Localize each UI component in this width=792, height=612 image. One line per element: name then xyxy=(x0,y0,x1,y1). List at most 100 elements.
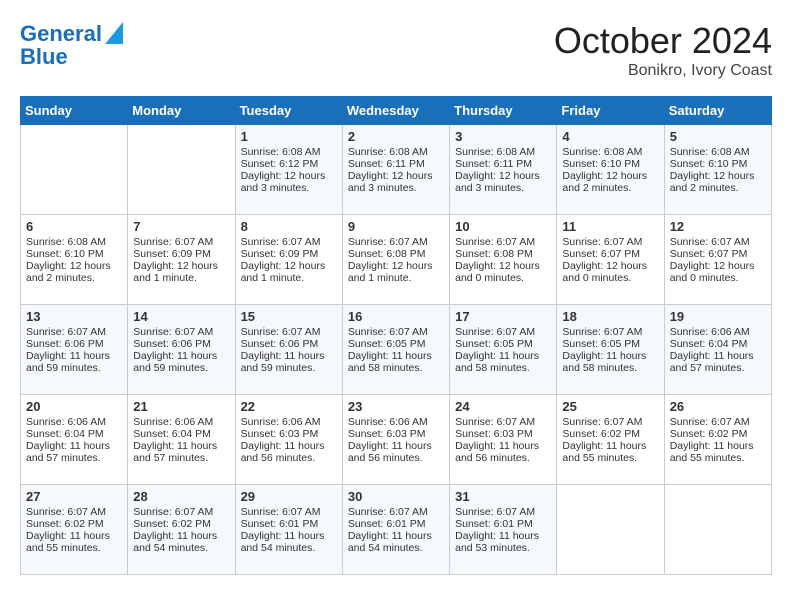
day-number: 29 xyxy=(241,489,337,504)
calendar-cell: 1Sunrise: 6:08 AMSunset: 6:12 PMDaylight… xyxy=(235,125,342,215)
day-number: 31 xyxy=(455,489,551,504)
day-info: Sunrise: 6:08 AM xyxy=(670,146,766,158)
day-number: 18 xyxy=(562,309,658,324)
weekday-header: Tuesday xyxy=(235,97,342,125)
day-info: Daylight: 12 hours and 2 minutes. xyxy=(670,170,766,194)
logo-text2: Blue xyxy=(20,45,68,69)
day-number: 9 xyxy=(348,219,444,234)
day-info: Sunrise: 6:07 AM xyxy=(670,416,766,428)
day-number: 1 xyxy=(241,129,337,144)
calendar-cell: 18Sunrise: 6:07 AMSunset: 6:05 PMDayligh… xyxy=(557,305,664,395)
calendar-week-row: 27Sunrise: 6:07 AMSunset: 6:02 PMDayligh… xyxy=(21,485,772,575)
calendar-cell: 20Sunrise: 6:06 AMSunset: 6:04 PMDayligh… xyxy=(21,395,128,485)
day-number: 11 xyxy=(562,219,658,234)
month-title: October 2024 xyxy=(554,20,772,62)
calendar-cell: 24Sunrise: 6:07 AMSunset: 6:03 PMDayligh… xyxy=(450,395,557,485)
day-info: Sunrise: 6:06 AM xyxy=(241,416,337,428)
calendar-cell: 3 Sunrise: 6:08 AMSunset: 6:11 PMDaylight… xyxy=(450,125,557,215)
day-info: Daylight: 11 hours and 56 minutes. xyxy=(241,440,337,464)
logo: General Blue xyxy=(20,20,123,69)
location: Bonikro, Ivory Coast xyxy=(554,62,772,80)
day-number: 26 xyxy=(670,399,766,414)
day-info: Sunset: 6:03 PM xyxy=(455,428,551,440)
day-info: Daylight: 11 hours and 59 minutes. xyxy=(133,350,229,374)
day-info: Daylight: 11 hours and 54 minutes. xyxy=(133,530,229,554)
day-info: Sunrise: 6:07 AM xyxy=(455,416,551,428)
day-number: 25 xyxy=(562,399,658,414)
calendar-header-row: SundayMondayTuesdayWednesdayThursdayFrid… xyxy=(21,97,772,125)
calendar-cell: 5Sunrise: 6:08 AMSunset: 6:10 PMDaylight… xyxy=(664,125,771,215)
calendar-cell: 22Sunrise: 6:06 AMSunset: 6:03 PMDayligh… xyxy=(235,395,342,485)
day-info: Sunrise: 6:07 AM xyxy=(562,236,658,248)
day-info: Daylight: 11 hours and 53 minutes. xyxy=(455,530,551,554)
day-info: Sunrise: 6:08 AM xyxy=(455,146,551,158)
day-info: Sunrise: 6:07 AM xyxy=(133,506,229,518)
calendar-cell: 21Sunrise: 6:06 AMSunset: 6:04 PMDayligh… xyxy=(128,395,235,485)
day-info: Sunset: 6:08 PM xyxy=(455,248,551,260)
day-info: Daylight: 12 hours and 0 minutes. xyxy=(455,260,551,284)
calendar-cell: 11Sunrise: 6:07 AMSunset: 6:07 PMDayligh… xyxy=(557,215,664,305)
day-info: Sunrise: 6:06 AM xyxy=(26,416,122,428)
day-info: Sunset: 6:04 PM xyxy=(26,428,122,440)
weekday-header: Monday xyxy=(128,97,235,125)
calendar-table: SundayMondayTuesdayWednesdayThursdayFrid… xyxy=(20,96,772,575)
day-info: Sunset: 6:06 PM xyxy=(133,338,229,350)
day-info: Sunrise: 6:08 AM xyxy=(241,146,337,158)
calendar-cell: 7Sunrise: 6:07 AMSunset: 6:09 PMDaylight… xyxy=(128,215,235,305)
day-info: Daylight: 11 hours and 54 minutes. xyxy=(348,530,444,554)
day-info: Sunset: 6:07 PM xyxy=(670,248,766,260)
day-number: 3 xyxy=(455,129,551,144)
day-number: 8 xyxy=(241,219,337,234)
day-info: Sunrise: 6:07 AM xyxy=(133,236,229,248)
day-info: Daylight: 12 hours and 1 minute. xyxy=(348,260,444,284)
day-number: 30 xyxy=(348,489,444,504)
day-number: 12 xyxy=(670,219,766,234)
day-info: Daylight: 12 hours and 2 minutes. xyxy=(26,260,122,284)
day-number: 5 xyxy=(670,129,766,144)
day-info: Sunset: 6:06 PM xyxy=(241,338,337,350)
day-info: Sunset: 6:11 PM xyxy=(348,158,444,170)
calendar-cell: 28Sunrise: 6:07 AMSunset: 6:02 PMDayligh… xyxy=(128,485,235,575)
logo-text: General xyxy=(20,22,102,46)
day-info: Sunrise: 6:07 AM xyxy=(455,506,551,518)
day-number: 2 xyxy=(348,129,444,144)
day-info: Sunrise: 6:07 AM xyxy=(348,326,444,338)
day-number: 27 xyxy=(26,489,122,504)
page-header: General Blue October 2024 Bonikro, Ivory… xyxy=(20,20,772,80)
day-info: Sunset: 6:12 PM xyxy=(241,158,337,170)
day-info: Sunset: 6:04 PM xyxy=(670,338,766,350)
calendar-week-row: 20Sunrise: 6:06 AMSunset: 6:04 PMDayligh… xyxy=(21,395,772,485)
day-info: Sunset: 6:11 PM xyxy=(455,158,551,170)
day-info: Daylight: 12 hours and 3 minutes. xyxy=(455,170,551,194)
day-info: Daylight: 12 hours and 0 minutes. xyxy=(670,260,766,284)
day-info: Sunrise: 6:07 AM xyxy=(241,236,337,248)
day-info: Sunset: 6:06 PM xyxy=(26,338,122,350)
day-info: Daylight: 12 hours and 1 minute. xyxy=(241,260,337,284)
day-number: 6 xyxy=(26,219,122,234)
day-info: Daylight: 11 hours and 59 minutes. xyxy=(241,350,337,374)
day-info: Sunset: 6:07 PM xyxy=(562,248,658,260)
day-info: Sunset: 6:02 PM xyxy=(26,518,122,530)
calendar-cell: 27Sunrise: 6:07 AMSunset: 6:02 PMDayligh… xyxy=(21,485,128,575)
day-number: 13 xyxy=(26,309,122,324)
day-info: Sunset: 6:02 PM xyxy=(562,428,658,440)
day-info: Daylight: 11 hours and 58 minutes. xyxy=(562,350,658,374)
day-info: Sunset: 6:10 PM xyxy=(562,158,658,170)
day-info: Sunset: 6:09 PM xyxy=(241,248,337,260)
calendar-cell: 30Sunrise: 6:07 AMSunset: 6:01 PMDayligh… xyxy=(342,485,449,575)
calendar-week-row: 6Sunrise: 6:08 AMSunset: 6:10 PMDaylight… xyxy=(21,215,772,305)
day-info: Sunset: 6:01 PM xyxy=(348,518,444,530)
calendar-cell: 16Sunrise: 6:07 AMSunset: 6:05 PMDayligh… xyxy=(342,305,449,395)
calendar-cell: 25Sunrise: 6:07 AMSunset: 6:02 PMDayligh… xyxy=(557,395,664,485)
calendar-cell: 10Sunrise: 6:07 AMSunset: 6:08 PMDayligh… xyxy=(450,215,557,305)
day-info: Sunrise: 6:07 AM xyxy=(26,506,122,518)
day-number: 23 xyxy=(348,399,444,414)
day-info: Sunset: 6:02 PM xyxy=(133,518,229,530)
day-info: Daylight: 11 hours and 57 minutes. xyxy=(670,350,766,374)
day-info: Sunrise: 6:07 AM xyxy=(26,326,122,338)
day-info: Sunrise: 6:07 AM xyxy=(241,506,337,518)
day-info: Sunrise: 6:07 AM xyxy=(133,326,229,338)
day-info: Sunset: 6:05 PM xyxy=(455,338,551,350)
day-info: Daylight: 12 hours and 3 minutes. xyxy=(348,170,444,194)
day-info: Sunset: 6:02 PM xyxy=(670,428,766,440)
